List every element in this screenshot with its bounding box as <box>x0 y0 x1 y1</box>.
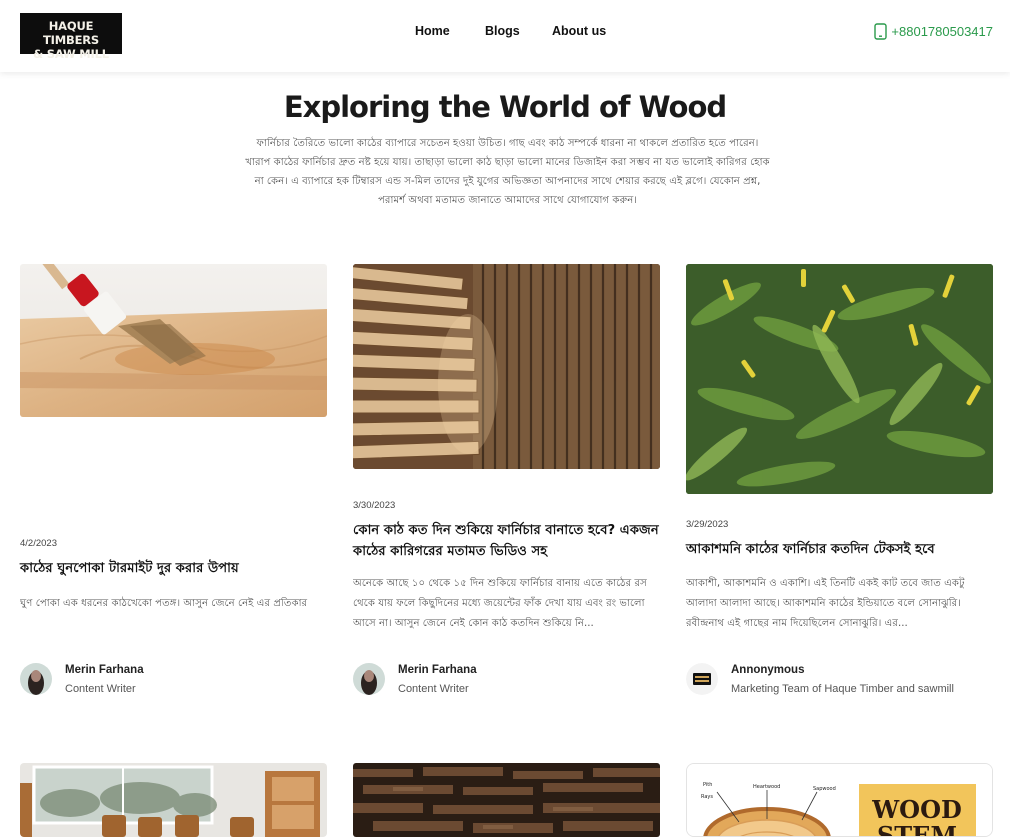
diagram-label-rays: Rays <box>701 794 713 800</box>
phone-number: +8801780503417 <box>891 24 993 39</box>
post-excerpt: অনেকে আছে ১০ থেকে ১৫ দিন শুকিয়ে ফার্নিচ… <box>353 578 647 629</box>
phone-icon <box>874 23 888 40</box>
diagram-title-wood: WOOD <box>871 795 962 824</box>
author-role: Marketing Team of Haque Timber and sawmi… <box>731 682 954 695</box>
author-name: Merin Farhana <box>65 663 144 676</box>
author-name: Annonymous <box>731 663 805 676</box>
post-image-wood-stem[interactable]: Pith Heartwood Sapwood Rays WOOD STEM <box>687 764 992 837</box>
author-name: Merin Farhana <box>398 663 477 676</box>
logo-line-2: & SAW MILL <box>33 47 109 61</box>
post-date: 3/29/2023 <box>686 519 729 530</box>
nav-home[interactable]: Home <box>415 24 450 38</box>
blog-card[interactable] <box>353 763 660 837</box>
post-title[interactable]: কোন কাঠ কত দিন শুকিয়ে ফার্নিচার বানাতে … <box>353 520 660 562</box>
post-image-paintbrush[interactable] <box>20 264 327 417</box>
post-image-dining-room[interactable] <box>20 763 327 837</box>
diagram-title-stem: STEM <box>877 821 957 837</box>
phone-link[interactable]: +8801780503417 <box>874 23 993 40</box>
post-image-acacia[interactable] <box>686 264 993 494</box>
author-role: Content Writer <box>65 682 136 695</box>
blog-card[interactable]: 3/30/2023 কোন কাঠ কত দিন শুকিয়ে ফার্নিচ… <box>353 264 660 704</box>
nav-blogs[interactable]: Blogs <box>485 24 520 38</box>
post-image-lumber[interactable] <box>353 264 660 469</box>
post-image-dark-lumber[interactable] <box>353 763 660 837</box>
site-logo[interactable]: HAQUE TIMBERS & SAW MILL <box>20 13 122 61</box>
blog-card[interactable]: 3/29/2023 আকাশমনি কাঠের ফার্নিচার কতদিন … <box>686 264 993 704</box>
post-author: Annonymous Marketing Team of Haque Timbe… <box>686 663 954 695</box>
page-description: ফার্নিচার তৈরিতে ভালো কাঠের ব্যাপারে সচে… <box>245 138 770 206</box>
post-author: Merin Farhana Content Writer <box>20 663 144 695</box>
blog-card[interactable]: 4/2/2023 কাঠের ঘুনপোকা টারমাইট দুর করার … <box>20 264 327 704</box>
post-date: 3/30/2023 <box>353 500 396 511</box>
nav-about[interactable]: About us <box>552 24 606 38</box>
post-excerpt: ঘুণ পোকা এক ধরনের কাঠখেকো পতঙ্গ। আসুন জে… <box>20 598 308 609</box>
page-title: Exploring the World of Wood <box>283 90 727 124</box>
post-author: Merin Farhana Content Writer <box>353 663 477 695</box>
logo-line-1: HAQUE TIMBERS <box>43 19 99 47</box>
diagram-label-sapwood: Sapwood <box>813 786 836 792</box>
post-excerpt: আকাশী, আকাশমনি ও একাশি। এই তিনটি একই কাট… <box>686 578 965 629</box>
author-role: Content Writer <box>398 682 469 695</box>
author-avatar <box>686 663 718 695</box>
blog-card[interactable] <box>20 763 327 837</box>
post-date: 4/2/2023 <box>20 538 57 549</box>
author-avatar <box>20 663 52 695</box>
diagram-label-pith: Pith <box>703 782 712 788</box>
post-title[interactable]: কাঠের ঘুনপোকা টারমাইট দুর করার উপায় <box>20 558 327 579</box>
site-header: HAQUE TIMBERS & SAW MILL Home Blogs Abou… <box>0 0 1010 72</box>
blog-card[interactable]: Pith Heartwood Sapwood Rays WOOD STEM <box>686 763 993 837</box>
diagram-label-heartwood: Heartwood <box>753 784 780 790</box>
author-avatar <box>353 663 385 695</box>
post-title[interactable]: আকাশমনি কাঠের ফার্নিচার কতদিন টেকসই হবে <box>686 539 993 560</box>
